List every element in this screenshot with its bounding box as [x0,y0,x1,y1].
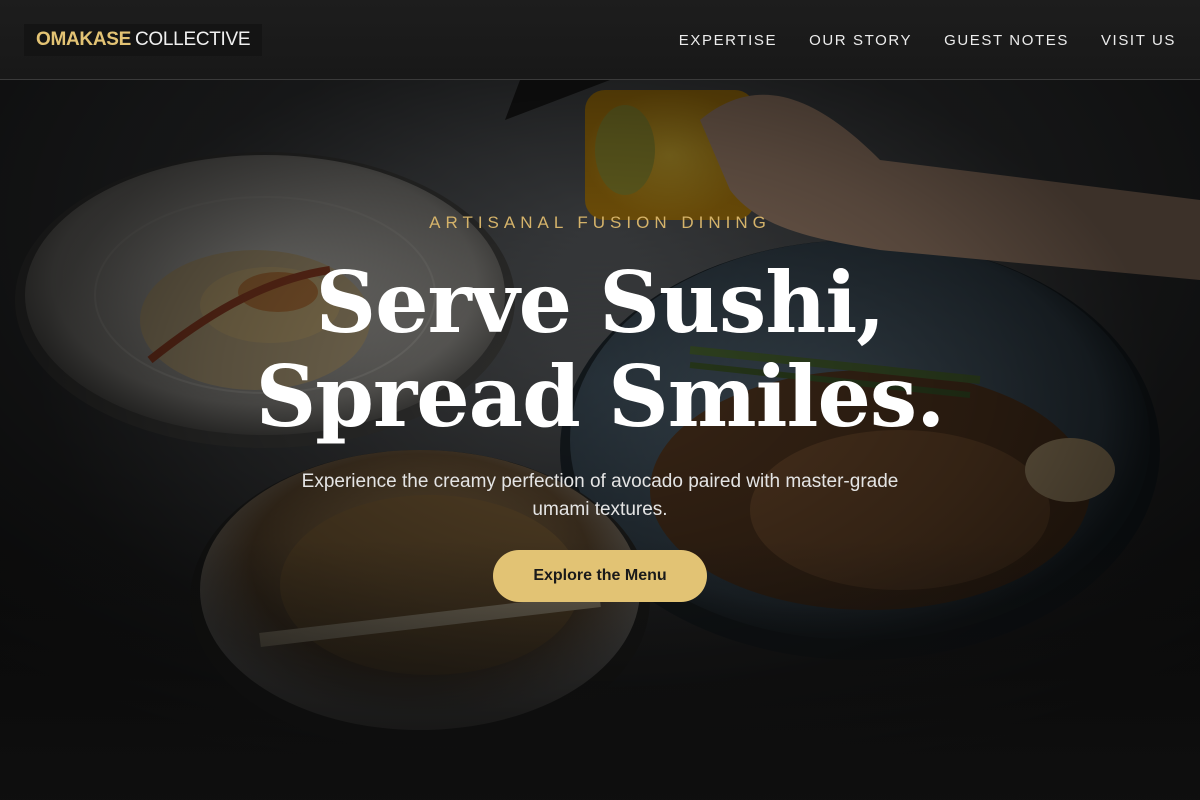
nav-item-visit-us[interactable]: VISIT US [1101,32,1176,49]
nav-item-guest-notes[interactable]: GUEST NOTES [944,32,1069,49]
hero-subtitle: Experience the creamy perfection of avoc… [260,468,940,524]
hero-title-line-2: Spread Smiles. [255,347,946,446]
main-nav: EXPERTISE OUR STORY GUEST NOTES VISIT US [647,0,1176,80]
hero-title: Serve Sushi, Spread Smiles. [0,256,1200,444]
hero-eyebrow: ARTISANAL FUSION DINING [429,213,771,232]
brand-logo[interactable]: OMAKASE COLLECTIVE [24,24,263,56]
explore-menu-button[interactable]: Explore the Menu [493,550,707,602]
hero-section: ARTISANAL FUSION DINING Serve Sushi, Spr… [0,80,1200,800]
hero-subtitle-line-2: umami textures. [532,499,668,520]
brand-name-secondary: COLLECTIVE [135,29,251,50]
hero-title-line-1: Serve Sushi, [315,253,885,352]
nav-item-expertise[interactable]: EXPERTISE [679,32,777,49]
nav-item-our-story[interactable]: OUR STORY [809,32,912,49]
brand-name-primary: OMAKASE [36,29,132,50]
hero-subtitle-line-1: Experience the creamy perfection of avoc… [301,471,899,492]
site-header: OMAKASE COLLECTIVE EXPERTISE OUR STORY G… [0,0,1200,80]
